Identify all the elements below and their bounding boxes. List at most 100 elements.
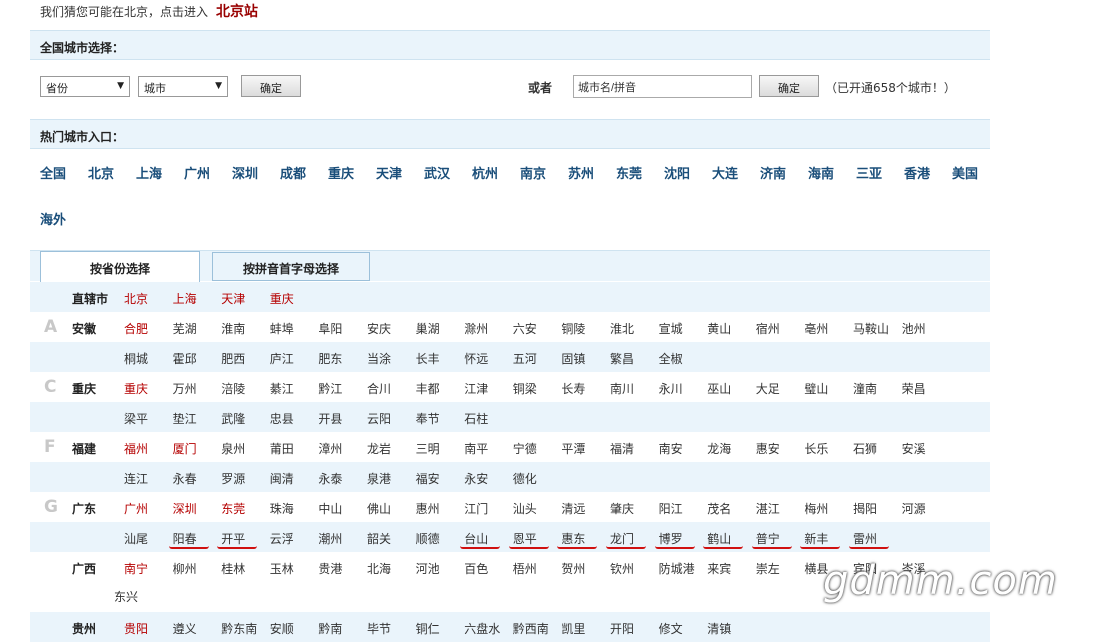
city-link[interactable]: 平潭 (561, 440, 585, 457)
city-link[interactable]: 湛江 (756, 500, 780, 517)
city-link[interactable]: 宿州 (756, 320, 780, 337)
city-link[interactable]: 凯里 (561, 620, 585, 637)
city-link[interactable]: 璧山 (804, 380, 828, 397)
city-link[interactable]: 南川 (610, 380, 634, 397)
city-link[interactable]: 忠县 (270, 410, 294, 427)
city-link[interactable]: 遵义 (173, 620, 197, 637)
hot-city-link[interactable]: 全国 (40, 163, 66, 182)
city-link[interactable]: 永川 (659, 380, 683, 397)
city-link[interactable]: 永泰 (318, 470, 342, 487)
city-link[interactable]: 梅州 (804, 500, 828, 517)
city-link[interactable]: 惠东 (561, 530, 585, 547)
city-link[interactable]: 六安 (513, 320, 537, 337)
hot-city-link[interactable]: 济南 (760, 163, 786, 182)
city-link[interactable]: 防城港 (659, 560, 695, 577)
city-link[interactable]: 清镇 (707, 620, 731, 637)
hot-city-link[interactable]: 香港 (904, 163, 930, 182)
city-link[interactable]: 永春 (173, 470, 197, 487)
city-link[interactable]: 万州 (173, 380, 197, 397)
hot-city-link[interactable]: 成都 (280, 163, 306, 182)
city-link[interactable]: 当涂 (367, 350, 391, 367)
tab-by-province[interactable]: 按省份选择 (40, 251, 200, 283)
city-link[interactable]: 六盘水 (464, 620, 500, 637)
city-link[interactable]: 柳州 (173, 560, 197, 577)
city-link[interactable]: 丰都 (416, 380, 440, 397)
city-link[interactable]: 庐江 (270, 350, 294, 367)
city-link[interactable]: 黄山 (707, 320, 731, 337)
hot-city-link[interactable]: 海外 (40, 209, 66, 228)
city-link[interactable]: 重庆 (124, 380, 148, 397)
city-link[interactable]: 长丰 (416, 350, 440, 367)
city-link[interactable]: 德化 (513, 470, 537, 487)
city-link[interactable]: 阳江 (659, 500, 683, 517)
city-link[interactable]: 龙岩 (367, 440, 391, 457)
city-link[interactable]: 石狮 (853, 440, 877, 457)
city-link[interactable]: 安溪 (902, 440, 926, 457)
city-link[interactable]: 江门 (464, 500, 488, 517)
city-link[interactable]: 普宁 (756, 530, 780, 547)
city-link[interactable]: 黔东南 (221, 620, 257, 637)
confirm-button[interactable]: 确定 (241, 75, 301, 97)
city-link[interactable]: 綦江 (270, 380, 294, 397)
city-link[interactable]: 梧州 (513, 560, 537, 577)
city-link[interactable]: 霍邱 (173, 350, 197, 367)
city-link[interactable]: 荣昌 (902, 380, 926, 397)
city-link[interactable]: 铜陵 (561, 320, 585, 337)
city-link[interactable]: 新丰 (804, 530, 828, 547)
city-link[interactable]: 开平 (221, 530, 245, 547)
city-link[interactable]: 五河 (513, 350, 537, 367)
search-confirm-button[interactable]: 确定 (759, 75, 819, 97)
city-link[interactable]: 福清 (610, 440, 634, 457)
city-link[interactable]: 安顺 (270, 620, 294, 637)
city-link[interactable]: 池州 (902, 320, 926, 337)
city-link[interactable]: 全椒 (659, 350, 683, 367)
city-link[interactable]: 上海 (173, 290, 197, 307)
city-link[interactable]: 汕头 (513, 500, 537, 517)
city-link[interactable]: 垫江 (173, 410, 197, 427)
city-link[interactable]: 三明 (416, 440, 440, 457)
city-link[interactable]: 大足 (756, 380, 780, 397)
city-link[interactable]: 龙海 (707, 440, 731, 457)
city-link[interactable]: 福安 (416, 470, 440, 487)
city-link[interactable]: 潮州 (318, 530, 342, 547)
city-link[interactable]: 肇庆 (610, 500, 634, 517)
city-link[interactable]: 黔江 (318, 380, 342, 397)
city-link[interactable]: 闽清 (270, 470, 294, 487)
beijing-site-link[interactable]: 北京站 (216, 4, 258, 20)
city-link[interactable]: 合肥 (124, 320, 148, 337)
city-link[interactable]: 怀远 (464, 350, 488, 367)
city-link[interactable]: 潼南 (853, 380, 877, 397)
city-link[interactable]: 长寿 (561, 380, 585, 397)
hot-city-link[interactable]: 武汉 (424, 163, 450, 182)
city-link[interactable]: 汕尾 (124, 530, 148, 547)
city-link[interactable]: 崇左 (756, 560, 780, 577)
city-link[interactable]: 广州 (124, 500, 148, 517)
hot-city-link[interactable]: 深圳 (232, 163, 258, 182)
city-link[interactable]: 台山 (464, 530, 488, 547)
city-link[interactable]: 来宾 (707, 560, 731, 577)
city-link[interactable]: 巫山 (707, 380, 731, 397)
city-link[interactable]: 钦州 (610, 560, 634, 577)
city-link[interactable]: 芜湖 (173, 320, 197, 337)
city-link[interactable]: 重庆 (270, 290, 294, 307)
city-link[interactable]: 阳春 (173, 530, 197, 547)
hot-city-link[interactable]: 苏州 (568, 163, 594, 182)
city-link[interactable]: 贺州 (561, 560, 585, 577)
city-link[interactable]: 永安 (464, 470, 488, 487)
city-link[interactable]: 惠州 (416, 500, 440, 517)
city-link[interactable]: 南平 (464, 440, 488, 457)
city-link[interactable]: 开县 (318, 410, 342, 427)
city-link[interactable]: 韶关 (367, 530, 391, 547)
city-link[interactable]: 黔南 (318, 620, 342, 637)
city-link[interactable]: 武隆 (221, 410, 245, 427)
city-link[interactable]: 罗源 (221, 470, 245, 487)
city-link[interactable]: 珠海 (270, 500, 294, 517)
city-link[interactable]: 宣城 (659, 320, 683, 337)
city-link[interactable]: 南宁 (124, 560, 148, 577)
city-link[interactable]: 繁昌 (610, 350, 634, 367)
city-link[interactable]: 毕节 (367, 620, 391, 637)
city-link[interactable]: 长乐 (804, 440, 828, 457)
city-link[interactable]: 百色 (464, 560, 488, 577)
city-link[interactable]: 铜梁 (513, 380, 537, 397)
city-link[interactable]: 石柱 (464, 410, 488, 427)
